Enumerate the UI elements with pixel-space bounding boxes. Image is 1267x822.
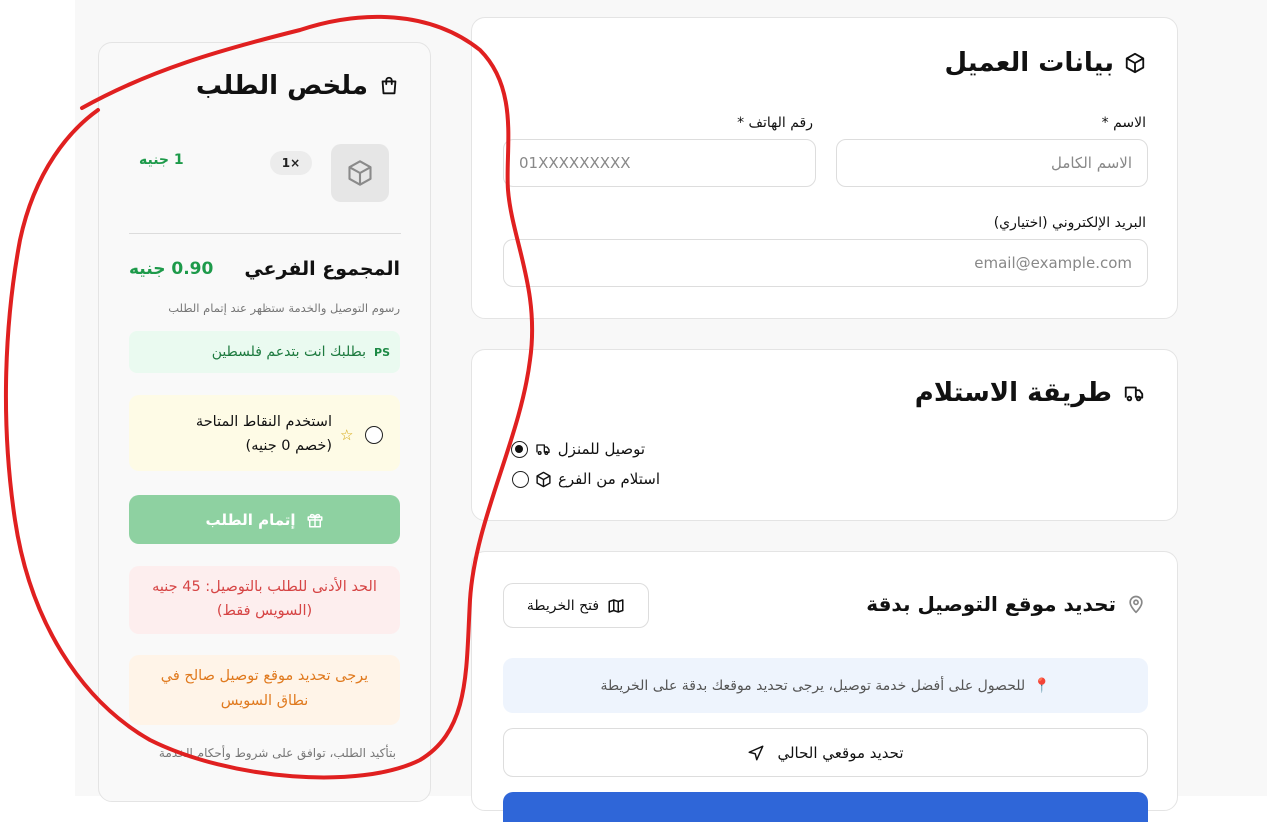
min-order-alert: الحد الأدنى للطلب بالتوصيل: 45 جنيه (الس… — [129, 566, 400, 634]
location-info-text: للحصول على أفضل خدمة توصيل، يرجى تحديد م… — [600, 677, 1026, 694]
location-title: تحديد موقع التوصيل بدقة — [866, 592, 1116, 616]
shopping-bag-icon — [378, 75, 400, 97]
delivery-method-card: طريقة الاستلام توصيل للمنزل استلام من ال… — [471, 349, 1178, 521]
home-delivery-label: توصيل للمنزل — [557, 440, 645, 458]
branch-pickup-label: استلام من الفرع — [557, 470, 660, 488]
home-delivery-option[interactable]: توصيل للمنزل — [510, 440, 645, 458]
subtotal-label: المجموع الفرعي — [244, 258, 400, 280]
fee-note: رسوم التوصيل والخدمة ستظهر عند إتمام الط… — [168, 301, 400, 315]
map-pin-icon — [1126, 593, 1146, 615]
terms-note: بتأكيد الطلب، توافق على شروط وأحكام الخد… — [158, 746, 396, 760]
navigation-arrow-icon — [747, 744, 765, 762]
customer-info-card: بيانات العميل الاسم * الاسم الكامل رقم ا… — [471, 17, 1178, 319]
open-map-label: فتح الخريطة — [526, 597, 600, 614]
checkout-label: إتمام الطلب — [205, 510, 296, 529]
package-icon — [346, 159, 374, 187]
locate-me-label: تحديد موقعي الحالي — [777, 743, 904, 762]
home-delivery-radio[interactable] — [510, 440, 528, 458]
phone-field[interactable]: 01XXXXXXXXX — [503, 139, 816, 187]
map-icon — [607, 597, 625, 615]
gift-icon — [306, 511, 324, 529]
location-header: تحديد موقع التوصيل بدقة — [866, 592, 1146, 616]
name-label: الاسم * — [1101, 115, 1146, 131]
order-summary-header: ملخص الطلب — [196, 71, 400, 101]
min-order-line1: الحد الأدنى للطلب بالتوصيل: 45 جنيه — [152, 579, 377, 595]
truck-icon — [1122, 382, 1146, 404]
location-warning-line1: يرجى تحديد موقع توصيل صالح في — [160, 668, 369, 684]
name-field[interactable]: الاسم الكامل — [836, 139, 1148, 187]
order-summary-card: ملخص الطلب 1× 1 جنيه المجموع الفرعي 0.90… — [98, 42, 431, 802]
pushpin-icon: 📍 — [1033, 677, 1051, 694]
customer-info-header: بيانات العميل — [945, 48, 1146, 78]
item-price: 1 جنيه — [139, 152, 184, 168]
locate-me-button[interactable]: تحديد موقعي الحالي — [503, 728, 1148, 777]
truck-icon — [534, 441, 552, 457]
star-icon: ☆ — [340, 426, 354, 444]
divider — [129, 233, 401, 234]
package-icon — [1124, 52, 1146, 74]
branch-pickup-radio[interactable] — [511, 470, 529, 488]
use-points-radio[interactable] — [365, 426, 383, 444]
quantity-badge: 1× — [270, 151, 312, 175]
use-points-option[interactable]: ☆ استخدم النقاط المتاحة (خصم 0 جنيه) — [129, 395, 400, 471]
ps-flag-code: PS — [374, 345, 390, 359]
min-order-line2: (السويس فقط) — [216, 603, 313, 619]
confirm-location-button[interactable] — [503, 792, 1148, 822]
customer-info-title: بيانات العميل — [944, 48, 1114, 78]
branch-pickup-option[interactable]: استلام من الفرع — [511, 470, 660, 488]
use-points-label: استخدم النقاط المتاحة (خصم 0 جنيه) — [196, 410, 332, 458]
checkout-button[interactable]: إتمام الطلب — [129, 495, 400, 544]
package-icon — [535, 471, 552, 488]
open-map-button[interactable]: فتح الخريطة — [503, 583, 649, 628]
phone-label: رقم الهاتف * — [737, 115, 813, 131]
use-points-line1: استخدم النقاط المتاحة — [195, 414, 332, 430]
delivery-method-title: طريقة الاستلام — [914, 378, 1112, 408]
email-label: البريد الإلكتروني (اختياري) — [993, 215, 1146, 231]
location-warning-alert: يرجى تحديد موقع توصيل صالح في نطاق السوي… — [129, 655, 400, 725]
use-points-discount: (خصم 0 جنيه) — [245, 438, 332, 454]
order-summary-title: ملخص الطلب — [195, 71, 368, 101]
delivery-location-card: تحديد موقع التوصيل بدقة فتح الخريطة 📍 لل… — [471, 551, 1178, 822]
email-field[interactable]: email@example.com — [503, 239, 1148, 287]
palestine-support-text: بطلبك انت بتدعم فلسطين — [211, 344, 367, 360]
delivery-method-header: طريقة الاستلام — [915, 378, 1146, 408]
palestine-support-banner: PS بطلبك انت بتدعم فلسطين — [129, 331, 400, 373]
product-thumbnail — [331, 144, 389, 202]
subtotal-value: 0.90 جنيه — [129, 259, 214, 279]
location-info-banner: 📍 للحصول على أفضل خدمة توصيل، يرجى تحديد… — [503, 658, 1148, 713]
location-warning-line2: نطاق السويس — [220, 693, 309, 709]
